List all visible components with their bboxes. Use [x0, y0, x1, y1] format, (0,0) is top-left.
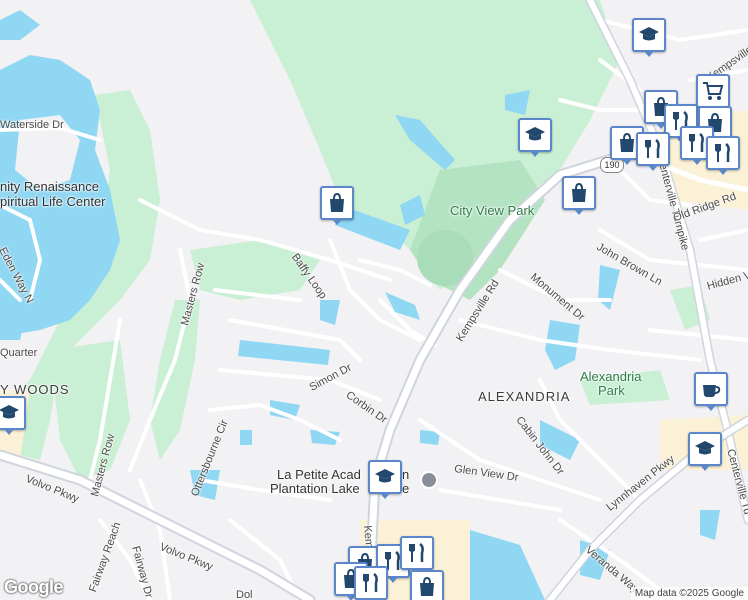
- place-label-la-petite-academy: La Petite Acad: [277, 467, 361, 482]
- map-attribution: Map data ©2025 Google: [630, 587, 748, 600]
- school-icon: [639, 27, 659, 41]
- restaurant-pin[interactable]: [706, 136, 740, 175]
- road-label-quarter: Quarter: [0, 347, 38, 359]
- restaurant-pin[interactable]: [354, 566, 388, 600]
- restaurant-pin[interactable]: [636, 132, 670, 171]
- place-label-alexandria-park-2: Park: [598, 383, 625, 398]
- school-pin[interactable]: [0, 396, 26, 435]
- road-label-dol: Dol: [236, 589, 253, 600]
- place-label-city-view-park: City View Park: [450, 203, 535, 218]
- shopping-pin[interactable]: [320, 186, 354, 225]
- restaurant-icon: [715, 143, 730, 162]
- restaurant-pin[interactable]: [400, 536, 434, 575]
- shopping-pin[interactable]: [410, 570, 444, 600]
- restaurant-icon: [363, 573, 378, 592]
- road-label-waterside-dr: Waterside Dr: [0, 119, 64, 131]
- place-label-la-petite-suffix: n: [402, 467, 410, 482]
- place-label-renaissance: nity Renaissance: [0, 179, 99, 194]
- place-label-spiritual-life-center: piritual Life Center: [0, 194, 106, 209]
- school-pin[interactable]: [632, 18, 666, 57]
- shopping-cart-icon: [703, 82, 724, 100]
- place-label-woods: Y WOODS: [0, 382, 70, 397]
- restaurant-icon: [645, 139, 660, 158]
- place-label-plantation-lake: Plantation Lake: [270, 481, 360, 496]
- google-logo: Google: [4, 577, 64, 597]
- school-icon: [525, 127, 545, 141]
- school-icon: [0, 405, 19, 419]
- school-pin[interactable]: [518, 118, 552, 157]
- cafe-icon: [703, 385, 721, 397]
- place-label-alexandria-park: Alexandria: [580, 369, 642, 384]
- map-base-layer: [0, 0, 748, 600]
- school-pin[interactable]: [368, 460, 402, 499]
- map-view[interactable]: 190 Waterside Dr Eden Way N Masters Row …: [0, 0, 748, 600]
- location-marker-icon[interactable]: [420, 471, 438, 489]
- restaurant-icon: [409, 543, 424, 562]
- shopping-icon: [420, 576, 434, 596]
- place-label-plantation-lake-suffix: e: [402, 481, 410, 496]
- school-pin[interactable]: [688, 432, 722, 471]
- place-label-alexandria: ALEXANDRIA: [478, 389, 571, 404]
- shopping-pin[interactable]: [562, 176, 596, 215]
- road-label-kempsville-rd-south: Kem: [361, 524, 375, 549]
- shopping-cart-pin[interactable]: [696, 74, 730, 113]
- shopping-icon: [330, 192, 344, 212]
- school-icon: [695, 441, 715, 455]
- shopping-icon: [572, 182, 586, 202]
- school-icon: [375, 469, 395, 483]
- cafe-pin[interactable]: [694, 372, 728, 411]
